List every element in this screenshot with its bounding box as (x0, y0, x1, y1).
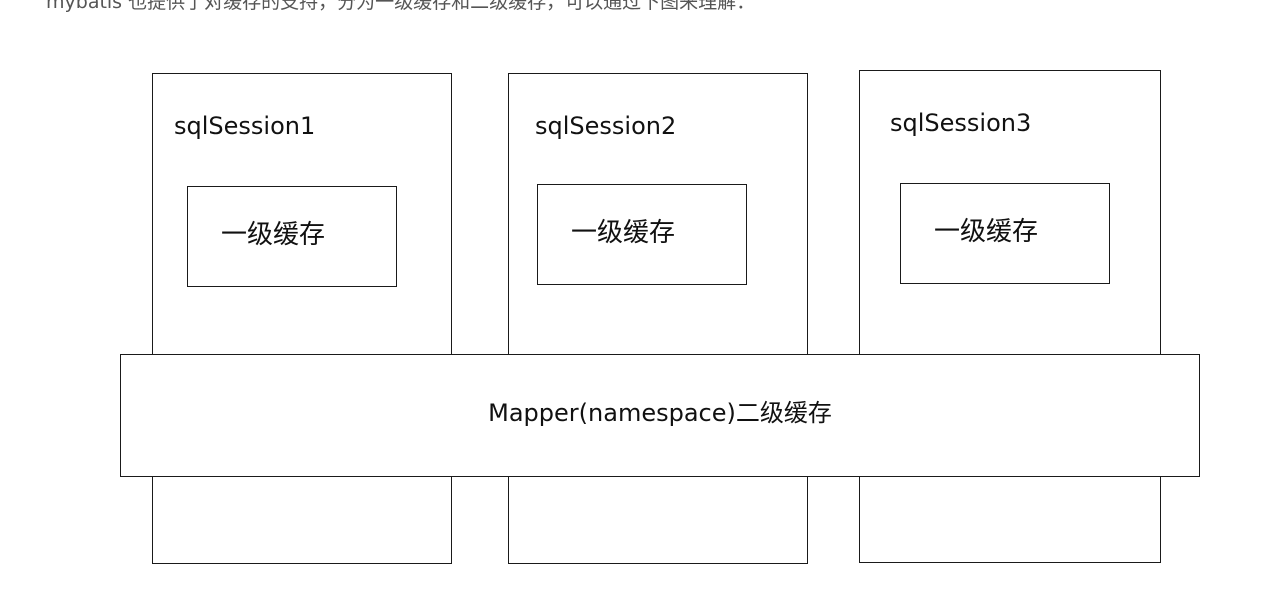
first-level-cache-label-1: 一级缓存 (221, 220, 326, 250)
second-level-cache-label: Mapper(namespace)二级缓存 (488, 399, 832, 427)
intro-text: mybatis 也提供了对缓存的支持，分为一级缓存和二级缓存，可以通过下图来理解… (46, 0, 756, 13)
session-box-2: sqlSession2 一级缓存 (508, 73, 808, 564)
first-level-cache-box-1: 一级缓存 (187, 186, 397, 287)
session-box-3: sqlSession3 一级缓存 (859, 70, 1161, 563)
first-level-cache-label-2: 一级缓存 (571, 218, 676, 248)
session-title-3: sqlSession3 (890, 109, 1032, 137)
session-title-1: sqlSession1 (174, 112, 316, 140)
first-level-cache-box-2: 一级缓存 (537, 184, 747, 285)
second-level-cache-bar: Mapper(namespace)二级缓存 (120, 354, 1200, 477)
first-level-cache-label-3: 一级缓存 (934, 217, 1039, 247)
first-level-cache-box-3: 一级缓存 (900, 183, 1110, 284)
session-box-1: sqlSession1 一级缓存 (152, 73, 452, 564)
session-title-2: sqlSession2 (535, 112, 677, 140)
